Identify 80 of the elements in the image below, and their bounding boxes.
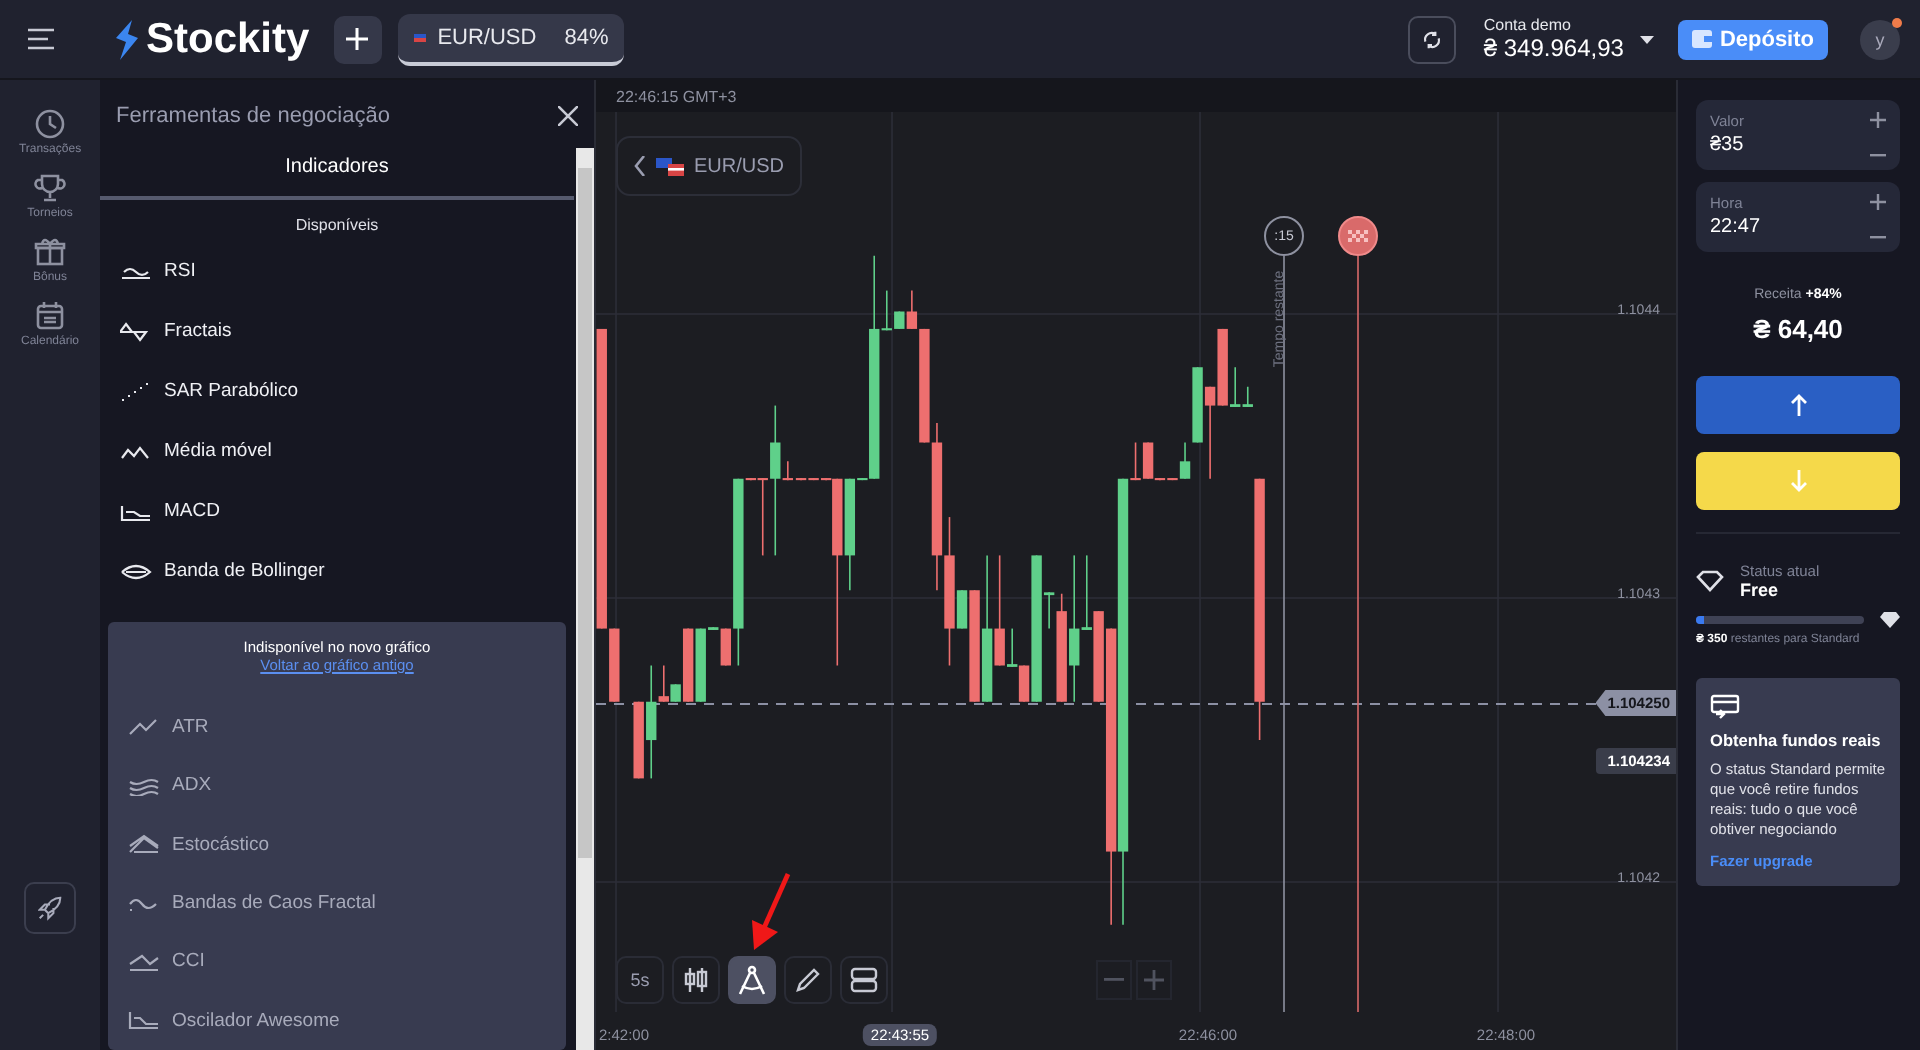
promo-title: Obtenha fundos reais	[1710, 730, 1883, 750]
indicator-item[interactable]: ADX	[108, 756, 566, 815]
rocket-button[interactable]	[24, 882, 76, 934]
caret-icon[interactable]	[1639, 35, 1654, 43]
status-value: Free	[1740, 580, 1781, 600]
asset-tab[interactable]: EUR/USD 84%	[397, 13, 625, 65]
indicator-item[interactable]: Fractais	[100, 301, 574, 362]
indicator-item[interactable]: Oscilador Awesome	[108, 991, 566, 1050]
minus-icon	[1104, 978, 1124, 982]
indicator-item[interactable]: SAR Parabólico	[100, 361, 574, 422]
layout-icon	[850, 966, 878, 994]
indicator-item[interactable]: Banda de Bollinger	[100, 541, 574, 602]
diamond-icon	[1880, 612, 1900, 628]
pencil-tool-button[interactable]	[784, 956, 832, 1004]
indicator-icon	[120, 561, 152, 582]
plus-icon	[1870, 112, 1886, 128]
indicator-item[interactable]: RSI	[100, 241, 574, 302]
arrow-down-icon	[1789, 470, 1807, 492]
back-icon	[634, 156, 646, 176]
indicator-icon	[120, 441, 152, 462]
menu-icon[interactable]	[28, 28, 54, 50]
indicator-icon	[128, 1010, 160, 1031]
indicator-icon	[128, 716, 160, 737]
indicator-icon	[128, 893, 160, 914]
indicators-tab[interactable]: Indicadores	[100, 139, 574, 200]
minus-icon	[1870, 154, 1886, 158]
nav-icon	[34, 300, 66, 332]
indicator-icon	[120, 321, 152, 342]
indicator-item[interactable]: Estocástico	[108, 814, 566, 874]
timeframe-tool-button[interactable]: 5s	[616, 956, 664, 1004]
logo-icon	[114, 19, 140, 59]
nav-icon	[33, 236, 66, 268]
wallet-icon	[1691, 30, 1712, 48]
indicator-item[interactable]: Média móvel	[100, 421, 574, 482]
scrollbar[interactable]	[576, 148, 594, 1050]
minus-icon	[1870, 236, 1886, 240]
flag-icon	[656, 157, 684, 175]
income-value: ₴ 64,40	[1751, 314, 1845, 344]
plus-icon	[1870, 194, 1886, 210]
indicator-icon	[120, 501, 152, 522]
indicator-icon	[128, 775, 160, 796]
indicator-item[interactable]: Bandas de Caos Fractal	[108, 873, 566, 933]
logo-text: Stockity	[146, 15, 310, 63]
add-asset-button[interactable]	[333, 15, 382, 63]
indicator-icon	[120, 381, 152, 402]
rocket-icon	[38, 894, 62, 922]
compass-icon	[736, 964, 768, 996]
candlestick-icon	[682, 966, 710, 994]
plus-icon	[1144, 970, 1164, 990]
panel-title: Ferramentas de negociação	[116, 103, 390, 128]
drawing-tool-button[interactable]	[728, 956, 776, 1004]
indicator-item[interactable]: CCI	[108, 932, 566, 992]
close-icon	[558, 105, 578, 126]
diamond-icon	[1696, 570, 1724, 592]
asset-back-button[interactable]: EUR/USD	[616, 136, 803, 196]
chart-type-tool-button[interactable]	[672, 956, 720, 1004]
flag-icon	[413, 33, 426, 41]
pencil-icon	[794, 966, 822, 994]
indicator-icon	[128, 951, 160, 972]
deposit-button[interactable]: Depósito	[1677, 19, 1828, 59]
refresh-icon	[1421, 27, 1442, 51]
increase-button[interactable]	[1870, 194, 1886, 210]
nav-icon	[34, 108, 66, 140]
section-heading: Disponíveis	[293, 213, 381, 238]
account-label: Conta demo	[1483, 16, 1573, 34]
nav-icon	[34, 172, 66, 204]
card-icon	[1710, 694, 1740, 720]
switch-account-button[interactable]	[1407, 15, 1456, 63]
arrow-up-icon	[1789, 394, 1807, 416]
close-button[interactable]	[558, 105, 578, 126]
indicator-item[interactable]: ATR	[108, 697, 566, 757]
indicator-item[interactable]: MACD	[100, 481, 574, 542]
chart-time: 22:46:15 GMT+3	[616, 87, 737, 105]
account-balance: ₴ 349.964,93	[1483, 34, 1624, 62]
finish-flag-icon	[1348, 230, 1368, 242]
plus-icon	[346, 28, 369, 50]
layout-tool-button[interactable]	[840, 956, 888, 1004]
increase-button[interactable]	[1870, 112, 1886, 128]
indicator-icon	[128, 834, 160, 855]
avatar[interactable]: y	[1860, 19, 1900, 59]
